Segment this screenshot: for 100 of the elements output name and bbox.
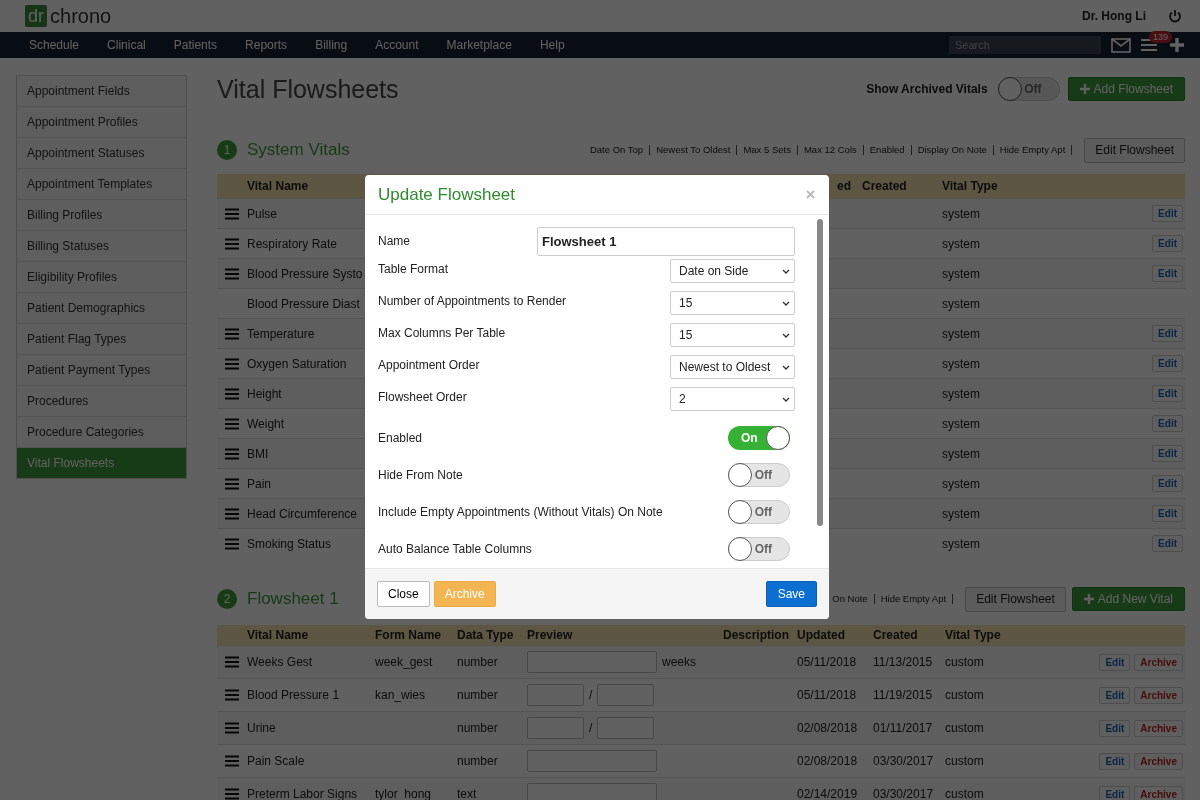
preview-field[interactable] (527, 750, 657, 772)
nav-item[interactable]: Schedule (29, 38, 80, 52)
nav-item[interactable]: Billing (315, 38, 348, 52)
edit-button[interactable]: Edit (1099, 686, 1131, 704)
edit-flowsheet-button[interactable]: Edit Flowsheet (965, 586, 1066, 612)
save-button[interactable]: Save (765, 581, 817, 607)
edit-button[interactable]: Edit (1152, 445, 1183, 462)
table-cell: week_gest (375, 655, 433, 669)
plus-icon[interactable] (1169, 37, 1185, 53)
drag-handle-icon[interactable] (225, 417, 239, 430)
drag-handle-icon[interactable] (225, 387, 239, 400)
drag-handle-icon[interactable] (225, 237, 239, 250)
edit-button[interactable]: Edit (1152, 415, 1183, 432)
user-name[interactable]: Dr. Hong Li (1082, 9, 1146, 23)
nav-item[interactable]: Clinical (107, 38, 146, 52)
edit-button[interactable]: Edit (1152, 535, 1183, 552)
edit-button[interactable]: Edit (1152, 205, 1183, 222)
edit-button[interactable]: Edit (1152, 325, 1183, 342)
edit-button[interactable]: Edit (1152, 235, 1183, 252)
table-cell-text: system (942, 476, 981, 491)
scrollbar-thumb[interactable] (817, 219, 823, 526)
edit-button[interactable]: Edit (1152, 355, 1183, 372)
field-label: Name (378, 234, 410, 248)
drag-handle-icon[interactable] (225, 327, 239, 340)
column-header: Preview (527, 628, 574, 642)
toggle-switch[interactable]: Off (728, 536, 790, 561)
table-cell-text: Temperature (247, 326, 316, 341)
sidebar-item[interactable]: Appointment Profiles (17, 107, 186, 138)
drag-handle-icon[interactable] (225, 207, 239, 220)
add-flowsheet-button[interactable]: Add Flowsheet (1067, 77, 1185, 101)
archive-button[interactable]: Archive (1134, 752, 1183, 770)
table-cell-text: custom (945, 655, 985, 669)
drag-handle-icon[interactable] (225, 656, 239, 668)
list-icon[interactable] (1141, 38, 1159, 52)
mail-icon[interactable] (1111, 37, 1131, 53)
table-cell-text: number (457, 721, 499, 735)
sidebar-item[interactable]: Vital Flowsheets (17, 448, 186, 478)
drag-handle-icon[interactable] (225, 507, 239, 520)
drag-handle-icon[interactable] (225, 755, 239, 767)
preview-field[interactable] (597, 684, 655, 706)
drag-handle-icon[interactable] (225, 788, 239, 800)
name-field[interactable]: Flowsheet 1 (537, 226, 795, 256)
close-icon[interactable] (806, 190, 815, 199)
sidebar-item[interactable]: Billing Statuses (17, 231, 186, 262)
preview-field[interactable] (527, 651, 657, 673)
nav-item[interactable]: Patients (173, 38, 218, 52)
edit-button[interactable]: Edit (1152, 265, 1183, 282)
table-cell-text: system (942, 356, 981, 371)
sidebar-item[interactable]: Billing Profiles (17, 200, 186, 231)
archive-button[interactable]: Archive (1134, 686, 1183, 704)
add-vital-button[interactable]: Add New Vital (1071, 587, 1185, 611)
archive-button[interactable]: Archive (1134, 653, 1183, 671)
sidebar-item[interactable]: Appointment Fields (17, 76, 186, 107)
sidebar-item[interactable]: Appointment Statuses (17, 138, 186, 169)
table-cell-text: system (942, 236, 981, 251)
edit-button[interactable]: Edit (1099, 653, 1131, 671)
dropdown[interactable]: 15 (670, 291, 795, 315)
sidebar-item[interactable]: Patient Payment Types (17, 355, 186, 386)
sidebar-item[interactable]: Patient Demographics (17, 293, 186, 324)
toggle-switch[interactable]: Off (728, 499, 790, 524)
edit-flowsheet-button[interactable]: Edit Flowsheet (1084, 137, 1185, 163)
sidebar-item[interactable]: Eligibility Profiles (17, 262, 186, 293)
archive-button[interactable]: Archive (1134, 785, 1183, 800)
dropdown[interactable]: 2 (670, 387, 795, 411)
drag-handle-icon[interactable] (225, 722, 239, 734)
drag-handle-icon[interactable] (225, 357, 239, 370)
nav-item[interactable]: Help (539, 38, 565, 52)
edit-button[interactable]: Edit (1099, 719, 1131, 737)
dropdown[interactable]: Newest to Oldest (670, 355, 795, 379)
archive-button[interactable]: Archive (1134, 719, 1183, 737)
sidebar-item[interactable]: Procedures (17, 386, 186, 417)
edit-button[interactable]: Edit (1152, 505, 1183, 522)
preview-field[interactable] (527, 783, 657, 800)
preview-field[interactable] (597, 717, 655, 739)
dropdown[interactable]: 15 (670, 323, 795, 347)
edit-button[interactable]: Edit (1099, 785, 1131, 800)
archive-button[interactable]: Archive (433, 581, 496, 607)
edit-button[interactable]: Edit (1152, 475, 1183, 492)
power-icon[interactable] (1168, 9, 1182, 23)
toggle-switch[interactable]: On (728, 425, 790, 450)
drag-handle-icon[interactable] (225, 477, 239, 490)
preview-field[interactable] (527, 684, 584, 706)
drag-handle-icon[interactable] (225, 537, 239, 550)
sidebar-item[interactable]: Patient Flag Types (17, 324, 186, 355)
preview-field[interactable] (527, 717, 584, 739)
close-button[interactable]: Close (377, 581, 430, 607)
nav-item[interactable]: Account (375, 38, 419, 52)
drag-handle-icon[interactable] (225, 267, 239, 280)
nav-item[interactable]: Marketplace (446, 38, 512, 52)
toggle-switch[interactable]: Off (728, 462, 790, 487)
edit-button[interactable]: Edit (1099, 752, 1131, 770)
table-cell-text: number (457, 754, 499, 768)
sidebar-item[interactable]: Appointment Templates (17, 169, 186, 200)
edit-button[interactable]: Edit (1152, 385, 1183, 402)
column-header: Description (722, 628, 790, 642)
drag-handle-icon[interactable] (225, 447, 239, 460)
nav-item[interactable]: Reports (245, 38, 288, 52)
drag-handle-icon[interactable] (225, 689, 239, 701)
dropdown[interactable]: Date on Side (670, 259, 795, 283)
table-cell-text: text (457, 787, 478, 800)
